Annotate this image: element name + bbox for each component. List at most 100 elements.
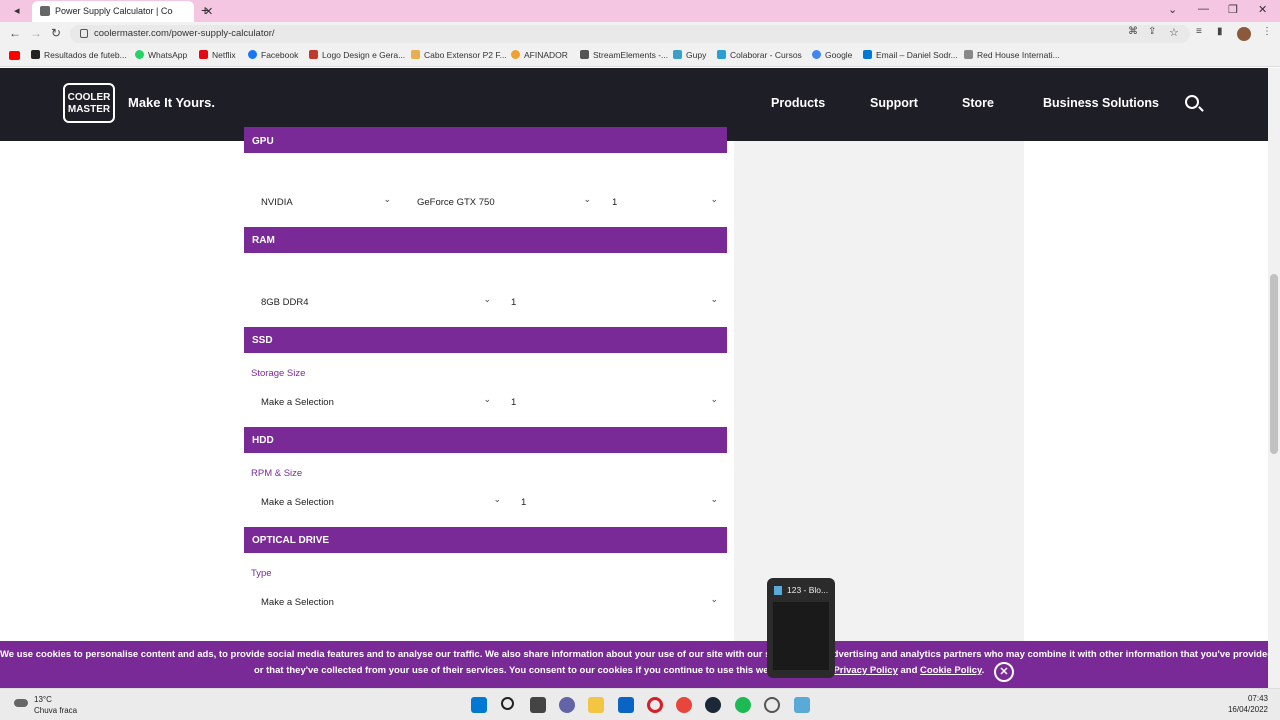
youtube-bookmark-icon[interactable] xyxy=(9,51,20,60)
select-value: Make a Selection xyxy=(261,397,334,408)
bookmark-item[interactable]: Gupy xyxy=(673,50,706,60)
cookie-text: or that they've collected from your use … xyxy=(254,665,831,676)
weather-temperature[interactable]: 13°C xyxy=(34,695,52,704)
menu-icon[interactable]: ⋮ xyxy=(1262,26,1272,37)
bookmark-item[interactable]: Email – Daniel Sodr... xyxy=(863,50,958,60)
omnibox[interactable]: coolermaster.com/power-supply-calculator… xyxy=(70,25,1190,43)
spotify-icon[interactable] xyxy=(735,697,751,713)
taskbar-window-preview[interactable]: 123 - Blo... xyxy=(767,578,835,678)
start-icon[interactable] xyxy=(471,697,487,713)
mail-icon[interactable] xyxy=(618,697,634,713)
privacy-policy-link[interactable]: Privacy Policy xyxy=(833,665,897,676)
translate-icon[interactable]: ⌘ xyxy=(1128,26,1138,37)
bookmark-favicon-icon xyxy=(309,50,318,59)
page-scrollbar[interactable] xyxy=(1268,68,1280,688)
cookie-banner: We use cookies to personalise content an… xyxy=(0,641,1268,688)
opera-icon[interactable] xyxy=(647,697,663,713)
bookmark-item[interactable]: WhatsApp xyxy=(135,50,187,60)
notepad-taskbar-icon[interactable] xyxy=(794,697,810,713)
search-icon[interactable] xyxy=(1185,95,1199,109)
chevron-down-icon: ⌄ xyxy=(493,494,501,504)
select-value: 8GB DDR4 xyxy=(261,297,309,308)
chevron-down-icon: ⌄ xyxy=(483,294,491,304)
cookie-close-button[interactable]: ✕ xyxy=(994,662,1014,682)
clock-time[interactable]: 07:43 xyxy=(1222,694,1268,703)
weather-cloud-icon[interactable] xyxy=(14,699,28,707)
bookmark-star-icon[interactable]: ☆ xyxy=(1169,26,1179,39)
tab-search-icon[interactable]: ◂ xyxy=(14,4,20,17)
restore-button[interactable]: ❐ xyxy=(1228,3,1238,16)
close-window-button[interactable]: ✕ xyxy=(1258,3,1267,16)
scrollbar-thumb[interactable] xyxy=(1270,274,1278,454)
lock-icon xyxy=(80,29,88,38)
file-explorer-icon[interactable] xyxy=(588,697,604,713)
profile-avatar[interactable] xyxy=(1237,27,1251,41)
bookmark-item[interactable]: StreamElements -... xyxy=(580,50,668,60)
side-panel-icon[interactable]: ▮ xyxy=(1217,26,1223,37)
clock-date[interactable]: 16/04/2022 xyxy=(1222,705,1268,714)
bookmark-item[interactable]: AFINADOR xyxy=(511,50,568,60)
select-value: 1 xyxy=(511,397,517,408)
bookmark-item[interactable]: Red House Internati... xyxy=(964,50,1060,60)
minimize-button[interactable]: — xyxy=(1198,3,1209,15)
optical-type-select[interactable]: Make a Selection ⌄ xyxy=(251,591,726,613)
bookmark-favicon-icon xyxy=(411,50,420,59)
app-icon[interactable] xyxy=(764,697,780,713)
weather-condition[interactable]: Chuva fraca xyxy=(34,706,77,715)
bookmark-item[interactable]: Google xyxy=(812,50,852,60)
share-icon[interactable]: ⇪ xyxy=(1148,26,1156,37)
bookmark-item[interactable]: Resultados de futeb... xyxy=(31,50,127,60)
optical-type-label: Type xyxy=(251,568,272,579)
bookmark-label: Cabo Extensor P2 F... xyxy=(424,50,507,60)
chrome-icon[interactable] xyxy=(676,697,692,713)
cookie-policy-link[interactable]: Cookie Policy xyxy=(920,665,982,676)
bookmark-item[interactable]: Facebook xyxy=(248,50,298,60)
bookmark-label: StreamElements -... xyxy=(593,50,669,60)
hdd-rpm-size-label: RPM & Size xyxy=(251,468,303,479)
ram-qty-select[interactable]: 1 ⌄ xyxy=(501,291,726,313)
gpu-qty-select[interactable]: 1 ⌄ xyxy=(602,191,726,213)
nav-products[interactable]: Products xyxy=(771,96,825,110)
whatsapp-icon xyxy=(135,50,144,59)
gpu-model-select[interactable]: GeForce GTX 750 ⌄ xyxy=(407,191,599,213)
bookmark-item[interactable]: Cabo Extensor P2 F... xyxy=(411,50,507,60)
bookmark-item[interactable]: Netflix xyxy=(199,50,236,60)
site-tagline: Make It Yours. xyxy=(128,95,215,110)
steam-icon[interactable] xyxy=(705,697,721,713)
ram-type-select[interactable]: 8GB DDR4 ⌄ xyxy=(251,291,499,313)
ssd-storage-size-label: Storage Size xyxy=(251,368,306,379)
teams-chat-icon[interactable] xyxy=(559,697,575,713)
task-view-icon[interactable] xyxy=(530,697,546,713)
cooler-master-logo[interactable]: COOLER MASTER xyxy=(63,83,115,123)
reload-icon[interactable]: ↻ xyxy=(51,26,61,40)
browser-tab[interactable]: Power Supply Calculator | Cooler Master … xyxy=(32,1,213,22)
summary-panel xyxy=(734,141,1024,641)
ssd-section-header: SSD xyxy=(244,327,727,353)
header-overlap xyxy=(0,141,734,153)
ssd-size-select[interactable]: Make a Selection ⌄ xyxy=(251,391,499,413)
bookmark-item[interactable]: Colaborar - Cursos xyxy=(717,50,802,60)
back-icon[interactable]: ← xyxy=(9,26,21,40)
bookmark-label: Email – Daniel Sodr... xyxy=(876,50,958,60)
search-taskbar-icon[interactable] xyxy=(501,697,514,710)
gpu-brand-select[interactable]: NVIDIA ⌄ xyxy=(251,191,399,213)
bookmark-favicon-icon xyxy=(717,50,726,59)
hdd-size-select[interactable]: Make a Selection ⌄ xyxy=(251,491,509,513)
nav-store[interactable]: Store xyxy=(962,96,994,110)
bookmark-label: Colaborar - Cursos xyxy=(730,50,802,60)
hdd-qty-select[interactable]: 1 ⌄ xyxy=(511,491,726,513)
reading-list-icon[interactable]: ≡ xyxy=(1196,26,1202,37)
nav-business-solutions[interactable]: Business Solutions xyxy=(1043,96,1159,110)
bookmark-label: AFINADOR xyxy=(524,50,568,60)
new-tab-button[interactable]: + xyxy=(201,2,209,18)
bookmark-label: Gupy xyxy=(686,50,707,60)
ssd-qty-select[interactable]: 1 ⌄ xyxy=(501,391,726,413)
chevron-down-icon: ⌄ xyxy=(710,394,718,404)
tab-list-icon[interactable]: ⌄ xyxy=(1168,3,1177,16)
chevron-down-icon: ⌄ xyxy=(583,194,591,204)
bookmark-label: Logo Design e Gera... xyxy=(322,50,406,60)
select-value: 1 xyxy=(511,297,517,308)
forward-icon[interactable]: → xyxy=(30,26,42,40)
bookmark-item[interactable]: Logo Design e Gera... xyxy=(309,50,405,60)
nav-support[interactable]: Support xyxy=(870,96,918,110)
